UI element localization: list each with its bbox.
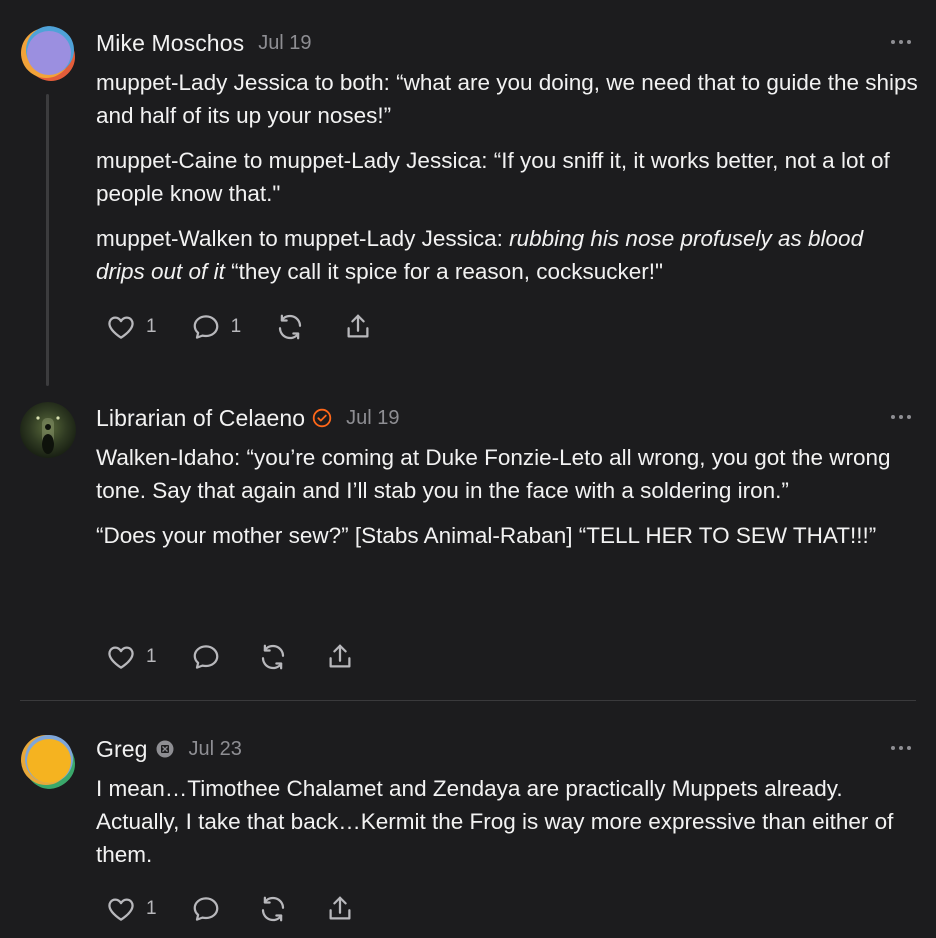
heart-icon (108, 898, 134, 921)
author-name[interactable]: Librarian of Celaeno (96, 405, 305, 432)
paragraph: muppet-Lady Jessica to both: “what are y… (96, 70, 918, 128)
post-body: Walken-Idaho: “you’re coming at Duke Fon… (96, 441, 918, 564)
comment-bubble-icon (193, 315, 218, 339)
author-name[interactable]: Greg (96, 736, 148, 763)
post-date[interactable]: Jul 19 (346, 407, 399, 430)
post-date[interactable]: Jul 19 (258, 32, 311, 55)
paragraph: muppet-Caine to muppet-Lady Jessica: “If… (96, 148, 890, 206)
like-count: 1 (146, 646, 157, 667)
like-count: 1 (146, 898, 157, 919)
paragraph-suffix: “they call it spice for a reason, cocksu… (224, 259, 663, 284)
heart-icon (108, 646, 134, 669)
avatar-librarian-of-celaeno[interactable] (20, 402, 76, 458)
action-bar: 1 (106, 892, 355, 926)
comment-button[interactable]: 1 (191, 312, 242, 342)
post-header: Greg Jul 23 (96, 734, 242, 764)
like-button[interactable]: 1 (106, 312, 157, 342)
avatar-mike-moschos[interactable] (20, 26, 76, 82)
paragraph: Walken-Idaho: “you’re coming at Duke Fon… (96, 445, 891, 503)
action-bar: 1 (106, 640, 355, 674)
share-button[interactable] (325, 642, 355, 672)
like-count: 1 (146, 316, 157, 337)
share-icon (329, 644, 351, 668)
more-options-icon[interactable] (886, 738, 916, 758)
comment-bubble-icon (193, 897, 218, 921)
like-button[interactable]: 1 (106, 642, 157, 672)
paragraph: I mean…Timothee Chalamet and Zendaya are… (96, 776, 894, 867)
author-name[interactable]: Mike Moschos (96, 30, 244, 57)
restack-button[interactable] (258, 642, 288, 672)
restack-icon (261, 896, 284, 922)
verified-badge-icon (312, 408, 332, 428)
more-options-icon[interactable] (886, 407, 916, 427)
restack-button[interactable] (275, 312, 305, 342)
comment-button[interactable] (191, 642, 221, 672)
paragraph: muppet-Walken to muppet-Lady Jessica: ru… (96, 222, 918, 288)
paragraph-prefix: muppet-Walken to muppet-Lady Jessica: (96, 226, 510, 251)
post-header: Librarian of Celaeno Jul 19 (96, 403, 400, 433)
restack-icon (279, 314, 302, 340)
more-options-icon[interactable] (886, 32, 916, 52)
heart-icon (108, 316, 134, 339)
share-button[interactable] (325, 894, 355, 924)
subscriber-badge-icon (155, 739, 175, 759)
share-button[interactable] (343, 312, 373, 342)
restack-icon (261, 644, 284, 670)
action-bar: 1 1 (106, 310, 373, 344)
thread-line (46, 94, 49, 386)
post-body: I mean…Timothee Chalamet and Zendaya are… (96, 772, 918, 883)
share-icon (347, 314, 369, 338)
paragraph: “Does your mother sew?” [Stabs Animal-Ra… (96, 523, 877, 548)
share-icon (329, 896, 351, 920)
post-header: Mike Moschos Jul 19 (96, 28, 312, 58)
comment-bubble-icon (193, 645, 218, 669)
like-button[interactable]: 1 (106, 894, 157, 924)
avatar-greg[interactable] (20, 733, 76, 789)
comment-button[interactable] (191, 894, 221, 924)
divider (20, 700, 916, 701)
comment-count: 1 (230, 316, 242, 337)
post-date[interactable]: Jul 23 (189, 738, 242, 761)
post-body: muppet-Lady Jessica to both: “what are y… (96, 66, 918, 300)
restack-button[interactable] (258, 894, 288, 924)
